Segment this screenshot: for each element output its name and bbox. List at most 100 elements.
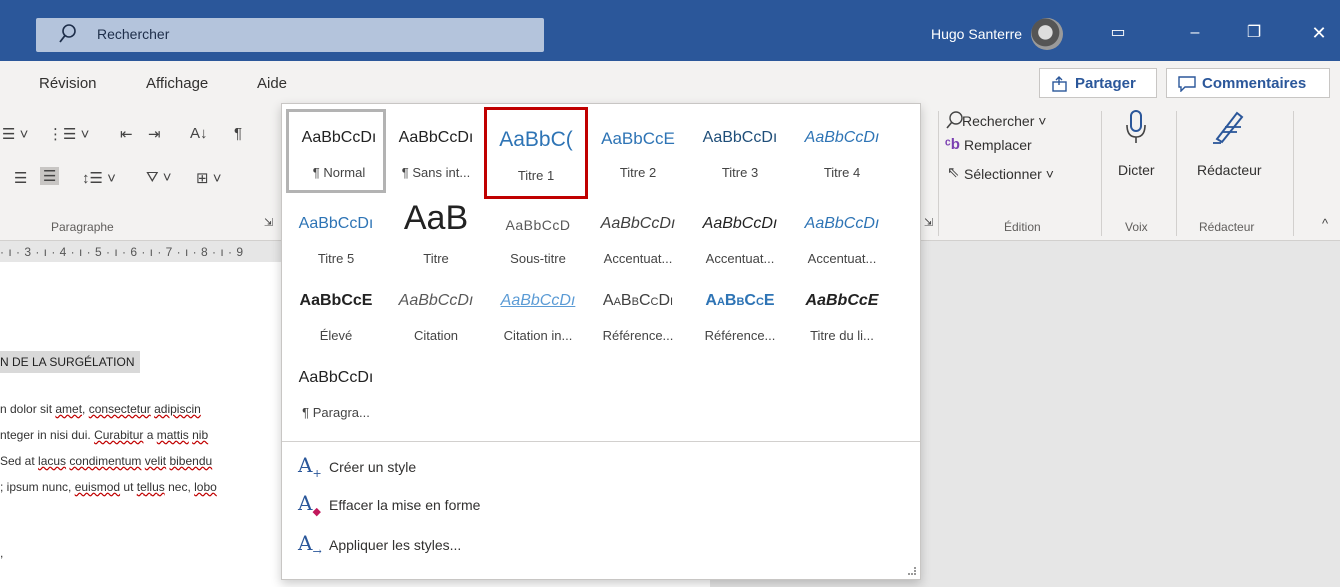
sort-icon[interactable]: A↓ bbox=[190, 125, 208, 142]
style-name: Sous-titre bbox=[510, 251, 566, 266]
styles-launcher-icon[interactable]: ⇲ bbox=[924, 216, 933, 229]
search-box[interactable]: Rechercher bbox=[36, 18, 544, 52]
avatar[interactable] bbox=[1031, 18, 1063, 50]
ribbon-display-icon[interactable]: ▭ bbox=[1101, 20, 1135, 46]
resize-grip[interactable] bbox=[908, 567, 916, 575]
style-preview: AaB bbox=[403, 199, 469, 237]
style-preview: AaBbCcDı bbox=[804, 215, 880, 232]
pilcrow-icon[interactable]: ¶ bbox=[234, 125, 242, 142]
style-preview: AaBbCcE bbox=[805, 292, 879, 309]
style-preview: AaBbCcDı bbox=[602, 292, 674, 309]
numbering-icon[interactable]: ⋮☰ ˅ bbox=[48, 125, 89, 143]
style-accentuation-3[interactable]: AaBbCcDı Accentuat... bbox=[792, 195, 892, 279]
style-sans-interligne[interactable]: AaBbCcDı ¶ Sans int... bbox=[386, 109, 486, 193]
style-name: ¶ Sans int... bbox=[401, 165, 471, 180]
bullets-icon[interactable]: ☰ ˅ bbox=[2, 125, 28, 143]
style-accentuation-2[interactable]: AaBbCcDı Accentuat... bbox=[690, 195, 790, 279]
style-name: ¶ Normal bbox=[312, 165, 366, 180]
document-heading: N DE LA SURGÉLATION bbox=[0, 351, 141, 373]
style-name: Citation in... bbox=[503, 328, 573, 343]
align-right-icon[interactable]: ☰ bbox=[14, 169, 27, 187]
clear-format-icon: A◆ bbox=[298, 491, 321, 518]
style-titre-du-livre[interactable]: AaBbCcE Titre du li... bbox=[792, 272, 892, 356]
style-preview: AaBbCcDı bbox=[398, 292, 474, 309]
style-preview: AaBbCcDı bbox=[398, 129, 474, 146]
gallery-separator bbox=[282, 441, 920, 442]
restore-icon[interactable]: ❐ bbox=[1237, 20, 1271, 46]
style-preview: AaBbCcE bbox=[705, 292, 775, 309]
comments-button[interactable]: Commentaires bbox=[1166, 68, 1330, 98]
increase-indent-icon[interactable]: ⇥ bbox=[148, 125, 161, 143]
user-name[interactable]: Hugo Santerre bbox=[931, 26, 1022, 42]
editor-icon bbox=[1213, 111, 1244, 144]
find-label: Rechercher bbox=[962, 113, 1035, 129]
tab-affichage[interactable]: Affichage bbox=[146, 75, 208, 92]
style-reference-2[interactable]: AaBbCcE Référence... bbox=[690, 272, 790, 356]
select-icon: ⇖ bbox=[947, 164, 960, 181]
style-preview: AaBbCcDı bbox=[298, 215, 374, 232]
line-spacing-icon[interactable]: ↕☰ ˅ bbox=[82, 169, 116, 187]
style-titre-2[interactable]: AaBbCcE Titre 2 bbox=[588, 109, 688, 193]
document-line: n dolor sit amet, consectetur adipiscin bbox=[0, 402, 201, 416]
document-line: ; ipsum nunc, euismod ut tellus nec, lob… bbox=[0, 480, 217, 494]
style-name: ¶ Paragra... bbox=[302, 405, 370, 420]
title-bar: Rechercher Hugo Santerre ▭ – ❐ ✕ bbox=[0, 0, 1340, 61]
dictate-button[interactable]: Dicter bbox=[1118, 162, 1155, 178]
style-preview: AaBbC( bbox=[499, 128, 573, 151]
apply-styles-icon: A→ bbox=[298, 531, 322, 558]
document-line: nteger in nisi dui. Curabitur a mattis n… bbox=[0, 428, 209, 442]
comment-icon bbox=[1178, 76, 1196, 92]
separator bbox=[1176, 111, 1177, 236]
style-eleve[interactable]: AaBbCcE Élevé bbox=[286, 272, 386, 356]
style-name: Référence... bbox=[602, 328, 674, 343]
tab-aide[interactable]: Aide bbox=[257, 75, 287, 92]
style-name: Titre 3 bbox=[721, 165, 759, 180]
decrease-indent-icon[interactable]: ⇤ bbox=[120, 125, 133, 143]
style-name: Citation bbox=[413, 328, 459, 343]
style-accentuation-1[interactable]: AaBbCcDı Accentuat... bbox=[588, 195, 688, 279]
style-citation[interactable]: AaBbCcDı Citation bbox=[386, 272, 486, 356]
style-name: Titre 1 bbox=[517, 168, 555, 183]
style-titre-5[interactable]: AaBbCcDı Titre 5 bbox=[286, 195, 386, 279]
select-button[interactable]: Sélectionner ˅ bbox=[964, 166, 1054, 182]
style-reference-1[interactable]: AaBbCcDı Référence... bbox=[588, 272, 688, 356]
collapse-ribbon-icon[interactable]: ^ bbox=[1322, 216, 1328, 231]
create-style-label: Créer un style bbox=[329, 459, 417, 475]
share-button[interactable]: Partager bbox=[1039, 68, 1157, 98]
document-line: Sed at lacus condimentum velit bibendu bbox=[0, 454, 213, 468]
style-name: Titre bbox=[423, 251, 449, 266]
style-sous-titre[interactable]: AaBbCcD Sous-titre bbox=[488, 195, 588, 279]
style-titre-1[interactable]: AaBbC( Titre 1 bbox=[484, 107, 588, 199]
clear-formatting-button[interactable]: A◆ Effacer la mise en forme bbox=[298, 491, 698, 519]
borders-icon[interactable]: ⊞ ˅ bbox=[196, 169, 222, 187]
share-label: Partager bbox=[1075, 75, 1136, 92]
style-name: Titre 2 bbox=[619, 165, 657, 180]
paragraph-launcher-icon[interactable]: ⇲ bbox=[264, 216, 273, 229]
style-citation-intense[interactable]: AaBbCcDı Citation in... bbox=[488, 272, 588, 356]
style-paragraphe[interactable]: AaBbCcDı ¶ Paragra... bbox=[286, 349, 386, 433]
style-normal[interactable]: AaBbCcDı ¶ Normal bbox=[286, 109, 386, 193]
apply-styles-label: Appliquer les styles... bbox=[329, 537, 462, 553]
shading-icon[interactable]: ⛛ ˅ bbox=[146, 169, 172, 186]
apply-styles-button[interactable]: A→ Appliquer les styles... bbox=[298, 531, 698, 559]
editor-button[interactable]: Rédacteur bbox=[1197, 162, 1262, 178]
minimize-icon[interactable]: – bbox=[1178, 20, 1212, 46]
search-icon bbox=[59, 24, 76, 43]
style-titre-4[interactable]: AaBbCcDı Titre 4 bbox=[792, 109, 892, 193]
separator bbox=[1101, 111, 1102, 236]
replace-button[interactable]: Remplacer bbox=[964, 137, 1032, 153]
microphone-icon bbox=[1126, 110, 1146, 143]
style-preview: AaBbCcDı bbox=[702, 129, 778, 146]
style-preview: AaBbCcDı bbox=[702, 215, 778, 232]
select-label: Sélectionner bbox=[964, 166, 1042, 182]
create-style-button[interactable]: A+ Créer un style bbox=[298, 453, 698, 481]
style-preview: AaBbCcDı bbox=[500, 292, 576, 309]
edition-group-label: Édition bbox=[1004, 220, 1041, 234]
tab-revision[interactable]: Révision bbox=[39, 75, 97, 92]
style-preview: AaBbCcE bbox=[601, 129, 675, 148]
style-titre[interactable]: AaB Titre bbox=[386, 195, 486, 279]
find-button[interactable]: Rechercher ˅ bbox=[962, 113, 1046, 129]
justify-icon[interactable]: ☰ bbox=[40, 167, 60, 185]
close-icon[interactable]: ✕ bbox=[1302, 20, 1336, 46]
style-titre-3[interactable]: AaBbCcDı Titre 3 bbox=[690, 109, 790, 193]
